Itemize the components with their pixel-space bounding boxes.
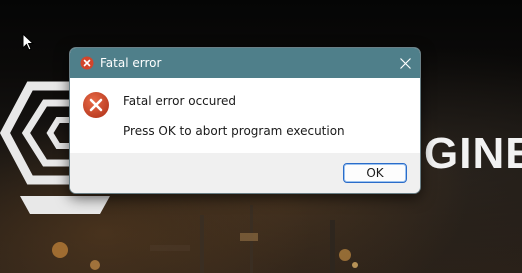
close-button[interactable]	[390, 48, 420, 78]
error-icon	[80, 56, 94, 70]
error-icon	[83, 92, 109, 118]
dialog-content: Fatal error occured Press OK to abort pr…	[70, 78, 420, 153]
mouse-cursor-icon	[22, 33, 34, 51]
fatal-error-dialog: Fatal error Fatal error occured Press OK…	[69, 47, 421, 194]
engine-title-text: GINE	[424, 129, 522, 178]
background-scene	[52, 205, 358, 273]
error-detail: Press OK to abort program execution	[123, 124, 345, 138]
close-icon	[399, 57, 411, 69]
dialog-titlebar[interactable]: Fatal error	[70, 48, 420, 78]
dialog-footer: OK	[70, 153, 420, 193]
dialog-title: Fatal error	[100, 56, 162, 70]
ok-button[interactable]: OK	[343, 163, 407, 183]
error-message: Fatal error occured	[123, 94, 237, 108]
